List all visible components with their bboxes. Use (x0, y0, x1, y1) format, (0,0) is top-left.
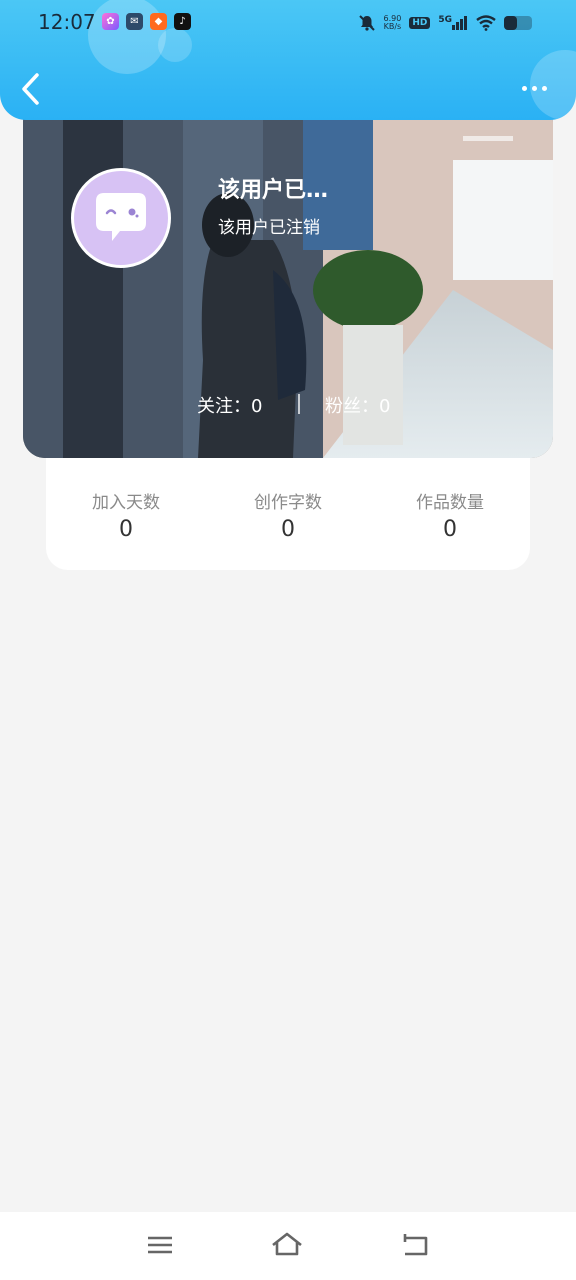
system-navbar (0, 1212, 576, 1280)
stat-label: 创作字数 (254, 493, 322, 513)
stat-joined-days: 加入天数 0 (46, 488, 206, 542)
stat-value: 0 (443, 517, 457, 542)
profile-screen: 12:07 ✿ ✉ ◆ ♪ 6.90 KB/s HD 5G 该用户已… 该用户已… (0, 0, 576, 1280)
divider (298, 394, 300, 414)
more-button[interactable] (516, 78, 552, 98)
home-icon (272, 1232, 302, 1256)
mute-bell-icon (358, 15, 375, 31)
decorative-bubble (158, 28, 192, 62)
system-back-button[interactable] (399, 1230, 433, 1260)
network-type: 5G (438, 15, 452, 25)
stat-value: 0 (119, 517, 133, 542)
tiktok-icon: ♪ (174, 13, 191, 30)
decorative-bubble (88, 0, 166, 74)
back-button[interactable] (16, 70, 48, 108)
net-speed: 6.90 KB/s (383, 14, 402, 31)
status-icons: 6.90 KB/s HD 5G (358, 12, 532, 34)
profile-banner: 该用户已… 该用户已注销 关注：0 粉丝：0 (23, 100, 553, 458)
return-icon (403, 1234, 428, 1256)
chat-bubble-face-icon (96, 193, 146, 241)
stat-value: 0 (281, 517, 295, 542)
profile-status: 该用户已注销 (218, 218, 320, 238)
photo-app-icon: ✿ (102, 13, 119, 30)
hd-badge: HD (409, 17, 431, 29)
home-button[interactable] (270, 1230, 304, 1260)
profile-name: 该用户已… (218, 178, 329, 203)
signal-group: 5G (438, 15, 468, 30)
stat-label: 作品数量 (416, 493, 484, 513)
message-app-icon: ✉ (126, 13, 143, 30)
stats-card: 加入天数 0 创作字数 0 作品数量 0 (46, 440, 530, 570)
more-dots-icon (521, 85, 527, 91)
status-time: 12:07 (38, 10, 96, 34)
follow-count[interactable]: 关注：0 (197, 392, 262, 418)
stat-works-count: 作品数量 0 (370, 488, 530, 542)
avatar[interactable] (71, 168, 171, 268)
signal-bars-icon (452, 16, 467, 30)
app-icon: ◆ (150, 13, 167, 30)
fans-count[interactable]: 粉丝：0 (325, 392, 390, 418)
battery-icon (504, 16, 532, 30)
chevron-left-icon (22, 73, 39, 105)
wifi-icon (476, 15, 496, 31)
menu-button[interactable] (143, 1230, 177, 1260)
banner-background-image (23, 100, 553, 458)
header: 12:07 ✿ ✉ ◆ ♪ 6.90 KB/s HD 5G (0, 0, 576, 120)
stat-word-count: 创作字数 0 (208, 488, 368, 542)
menu-icon (148, 1236, 172, 1254)
stat-label: 加入天数 (92, 493, 160, 513)
